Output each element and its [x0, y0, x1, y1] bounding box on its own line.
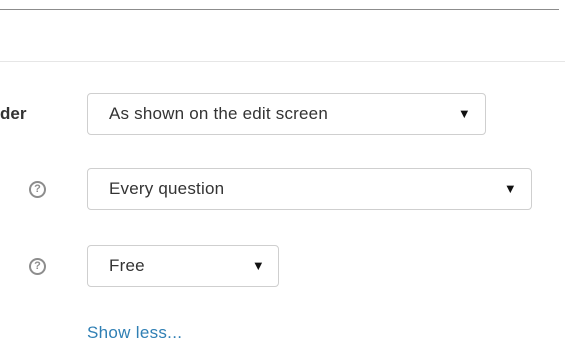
- question-order-value: As shown on the edit screen: [109, 104, 328, 123]
- help-icon[interactable]: ?: [29, 258, 46, 275]
- help-icon[interactable]: ?: [29, 181, 46, 198]
- chevron-down-icon: ▼: [457, 106, 471, 121]
- top-divider: [0, 9, 559, 10]
- show-less-link[interactable]: Show less...: [87, 322, 182, 344]
- navigation-method-select[interactable]: Free ▼: [87, 245, 279, 287]
- page-setting-value: Every question: [109, 179, 225, 198]
- question-order-select[interactable]: As shown on the edit screen ▼: [87, 93, 486, 135]
- chevron-down-icon: ▼: [503, 181, 517, 196]
- section-divider: [0, 61, 565, 62]
- chevron-down-icon: ▼: [251, 258, 265, 273]
- page-setting-select[interactable]: Every question ▼: [87, 168, 532, 210]
- navigation-method-value: Free: [109, 256, 145, 275]
- question-order-label: der: [0, 104, 27, 123]
